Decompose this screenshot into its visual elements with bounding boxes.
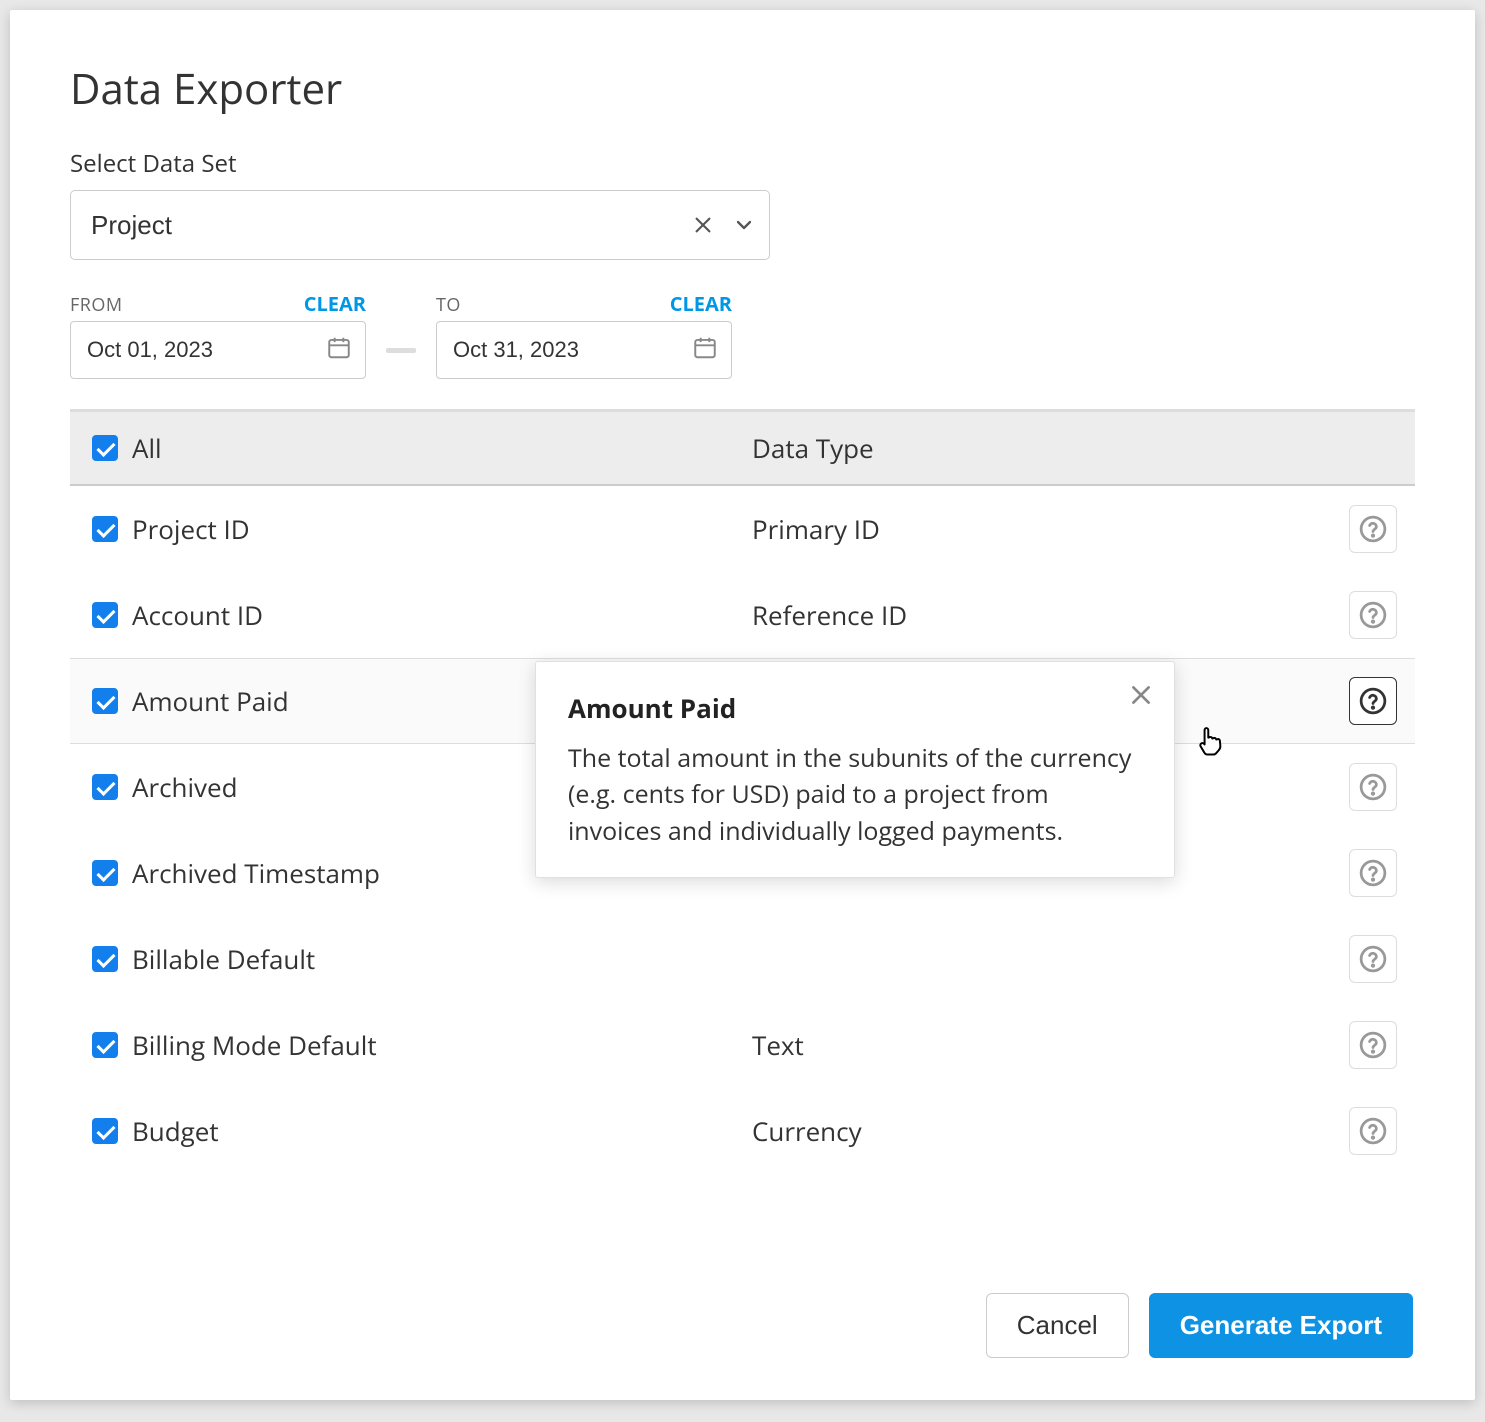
dataset-chevron-down-icon[interactable] (732, 213, 756, 237)
tooltip-close-icon[interactable] (1128, 682, 1154, 711)
field-help-icon[interactable] (1349, 935, 1397, 983)
field-type: Text (752, 1027, 1337, 1063)
cancel-button[interactable]: Cancel (986, 1293, 1129, 1358)
field-name: Account ID (132, 597, 752, 633)
to-date-input[interactable] (436, 321, 732, 379)
field-tooltip: Amount Paid The total amount in the subu… (535, 661, 1175, 878)
tooltip-body: The total amount in the subunits of the … (568, 740, 1142, 849)
field-row: Budget UsedInteger (70, 1174, 1415, 1186)
data-exporter-modal: Data Exporter Select Data Set FROM CLEAR (10, 10, 1475, 1400)
field-name: Budget (132, 1113, 752, 1149)
field-name: Billing Mode Default (132, 1027, 752, 1063)
field-checkbox[interactable] (92, 688, 118, 714)
from-label: FROM (70, 293, 123, 317)
field-checkbox[interactable] (92, 860, 118, 886)
field-type: Reference ID (752, 597, 1337, 633)
field-help-icon[interactable] (1349, 1107, 1397, 1155)
field-help-icon[interactable] (1349, 763, 1397, 811)
field-help-icon[interactable] (1349, 677, 1397, 725)
field-row: BudgetCurrency (70, 1088, 1415, 1174)
calendar-icon[interactable] (326, 335, 352, 366)
field-row: Project IDPrimary ID (70, 486, 1415, 572)
field-help-icon[interactable] (1349, 591, 1397, 639)
field-row: Billable Default (70, 916, 1415, 1002)
field-help-icon[interactable] (1349, 1021, 1397, 1069)
field-checkbox[interactable] (92, 1032, 118, 1058)
field-name: Project ID (132, 511, 752, 547)
select-all-checkbox[interactable] (92, 435, 118, 461)
generate-export-button[interactable]: Generate Export (1149, 1293, 1413, 1358)
field-help-icon[interactable] (1349, 849, 1397, 897)
to-clear-link[interactable]: CLEAR (670, 290, 732, 317)
field-type: Primary ID (752, 511, 1337, 547)
dataset-select[interactable] (70, 190, 770, 260)
field-row: Billing Mode DefaultText (70, 1002, 1415, 1088)
field-row: Account IDReference ID (70, 572, 1415, 658)
field-checkbox[interactable] (92, 1118, 118, 1144)
calendar-icon[interactable] (692, 335, 718, 366)
tooltip-title: Amount Paid (568, 690, 1142, 726)
from-date-input[interactable] (70, 321, 366, 379)
column-all-label: All (132, 430, 752, 466)
field-help-icon[interactable] (1349, 505, 1397, 553)
column-data-type-label: Data Type (752, 430, 1337, 466)
date-range-separator (386, 348, 416, 353)
modal-title: Data Exporter (70, 60, 1415, 117)
field-checkbox[interactable] (92, 602, 118, 628)
field-name: Billable Default (132, 941, 752, 977)
fields-table-header: All Data Type (70, 411, 1415, 486)
dataset-clear-icon[interactable] (692, 214, 714, 236)
field-checkbox[interactable] (92, 516, 118, 542)
to-label: TO (436, 293, 461, 317)
field-checkbox[interactable] (92, 774, 118, 800)
dataset-label: Select Data Set (70, 147, 1415, 180)
field-type: Currency (752, 1113, 1337, 1149)
from-clear-link[interactable]: CLEAR (304, 290, 366, 317)
field-checkbox[interactable] (92, 946, 118, 972)
dataset-select-input[interactable] (70, 190, 770, 260)
